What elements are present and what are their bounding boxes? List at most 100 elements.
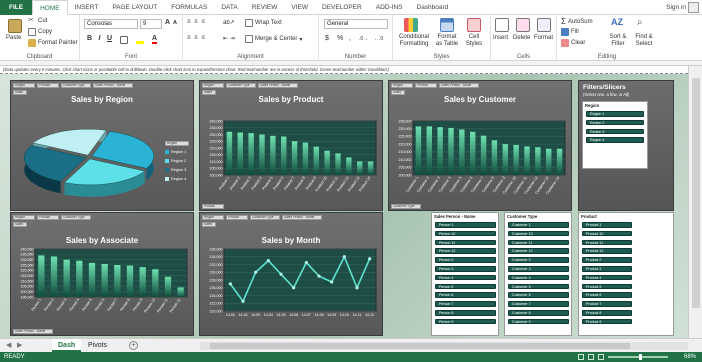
slicer-item[interactable]: Region 4 — [586, 137, 644, 143]
slicer-item[interactable]: Customer 10 — [508, 230, 569, 237]
bar[interactable] — [291, 141, 298, 175]
slicer-item[interactable]: Person 9 — [435, 318, 496, 325]
slicer-item[interactable]: Person 12 — [435, 248, 496, 254]
slicer-item[interactable]: Product 8 — [582, 310, 632, 316]
vertical-scrollbar[interactable] — [688, 66, 702, 338]
vertical-align-buttons[interactable]: ≡ ≡ ≡ — [187, 19, 206, 25]
number-format-combo[interactable]: General — [324, 19, 388, 29]
legend-region-button[interactable]: Region — [165, 141, 189, 146]
merge-center-button[interactable]: Merge & Center ▾ — [245, 35, 302, 43]
ribbon-tab-insert[interactable]: INSERT — [68, 0, 106, 15]
bar[interactable] — [177, 287, 184, 297]
bar[interactable] — [367, 161, 374, 176]
slicer-item[interactable]: Region 1 — [586, 111, 644, 117]
horizontal-scroll-thumb[interactable] — [210, 343, 630, 349]
horizontal-scrollbar[interactable] — [200, 342, 688, 350]
bar[interactable] — [556, 148, 563, 175]
ribbon-tab-review[interactable]: REVIEW — [245, 0, 285, 15]
bar[interactable] — [346, 157, 352, 175]
borders-button[interactable] — [120, 36, 128, 44]
ribbon-tab-home[interactable]: HOME — [32, 0, 68, 15]
bar[interactable] — [491, 140, 498, 175]
slicer-item[interactable]: Product 3 — [582, 266, 632, 272]
bar[interactable] — [535, 147, 541, 175]
bar[interactable] — [324, 150, 330, 175]
slicer-item[interactable]: Product 9 — [582, 318, 632, 325]
ribbon-tab-formulas[interactable]: FORMULAS — [164, 0, 214, 15]
zoom-slider-knob[interactable] — [639, 354, 642, 360]
bar[interactable] — [259, 134, 265, 176]
bar[interactable] — [63, 259, 70, 297]
bar[interactable] — [139, 267, 146, 297]
ribbon-tab-developer[interactable]: DEVELOPER — [315, 0, 369, 15]
data-point[interactable] — [317, 274, 321, 278]
slicer-item[interactable]: Product 2 — [582, 257, 632, 263]
comma-button[interactable]: , — [349, 35, 351, 42]
data-point[interactable] — [279, 272, 283, 276]
slicer-item[interactable]: Customer 3 — [508, 266, 569, 272]
slicer-item[interactable]: Customer 12 — [508, 248, 569, 254]
shrink-font-button[interactable]: A — [173, 20, 177, 26]
bar[interactable] — [270, 135, 276, 175]
autosum-button[interactable]: Σ AutoSum — [561, 17, 593, 26]
ribbon-tab-data[interactable]: DATA — [214, 0, 244, 15]
bar[interactable] — [335, 153, 341, 175]
slicer-item[interactable]: Customer 4 — [508, 274, 569, 281]
ribbon-tab-add-ins[interactable]: ADD-INS — [369, 0, 410, 15]
slicer-item[interactable]: Product 10 — [582, 230, 632, 237]
slicer-item[interactable]: Product 7 — [582, 301, 632, 307]
bar[interactable] — [357, 161, 363, 176]
bar[interactable] — [248, 133, 254, 175]
ribbon-tab-dashboard[interactable]: Dashboard — [410, 0, 456, 15]
italic-button[interactable]: I — [95, 35, 104, 42]
find-select-button[interactable]: Find & Select — [631, 34, 657, 48]
next-sheet-icon[interactable]: ▶ — [17, 341, 22, 349]
font-color-button[interactable]: A — [152, 35, 158, 44]
slicer-item[interactable]: Customer 8 — [508, 310, 569, 316]
orientation-button[interactable]: ab↗ — [223, 19, 235, 26]
zoom-slider[interactable] — [608, 356, 668, 358]
page-break-view-icon[interactable] — [598, 354, 604, 360]
bar[interactable] — [546, 148, 552, 175]
slicer-item[interactable]: Person 8 — [435, 310, 496, 316]
data-point[interactable] — [304, 260, 308, 265]
sort-filter-button[interactable]: Sort & Filter — [607, 34, 629, 48]
data-point[interactable] — [254, 270, 258, 274]
data-point[interactable] — [330, 280, 334, 284]
bar[interactable] — [281, 136, 287, 175]
slicer-item[interactable]: Person 1 — [435, 222, 496, 228]
bold-button[interactable]: B — [85, 35, 94, 42]
bar[interactable] — [513, 144, 519, 175]
slicer-item[interactable]: Person 11 — [435, 239, 496, 246]
sheet-tab-dash[interactable]: Dash — [52, 339, 82, 352]
slicer-item[interactable]: Product 6 — [582, 292, 632, 298]
bar[interactable] — [50, 256, 58, 297]
slicer-item[interactable]: Product 5 — [582, 283, 632, 290]
data-point[interactable] — [228, 282, 232, 286]
paste-icon[interactable] — [8, 19, 22, 33]
data-point[interactable] — [342, 255, 346, 259]
bar[interactable] — [524, 146, 530, 175]
bar[interactable] — [448, 127, 454, 175]
ribbon-tab-page-layout[interactable]: PAGE LAYOUT — [105, 0, 164, 15]
cut-button[interactable]: ✂ Cut — [28, 17, 47, 25]
bar[interactable] — [480, 135, 487, 175]
font-name-combo[interactable]: Consolas — [84, 19, 138, 29]
format-button[interactable]: Format — [534, 35, 553, 41]
indent-buttons[interactable]: ⇤ ⇥ — [223, 35, 235, 42]
fill-color-button[interactable] — [136, 36, 144, 44]
bar[interactable] — [459, 129, 465, 175]
cell-styles-button[interactable]: Cell Styles — [463, 34, 485, 48]
page-layout-view-icon[interactable] — [588, 354, 594, 360]
format-as-table-button[interactable]: Format as Table — [434, 34, 460, 48]
bar[interactable] — [415, 126, 422, 175]
bar[interactable] — [101, 263, 108, 297]
vertical-scroll-thumb[interactable] — [692, 78, 700, 308]
slicer-item[interactable]: Customer 9 — [508, 318, 569, 325]
slicer-item[interactable]: Customer 2 — [508, 257, 569, 263]
bar[interactable] — [152, 269, 159, 297]
bar[interactable] — [237, 132, 243, 175]
bar[interactable] — [470, 131, 476, 175]
slicer-item[interactable]: Person 7 — [435, 301, 496, 307]
bar-chart-associate[interactable]: 195,000200,000205,000 210,000215,000220,0… — [11, 213, 195, 337]
